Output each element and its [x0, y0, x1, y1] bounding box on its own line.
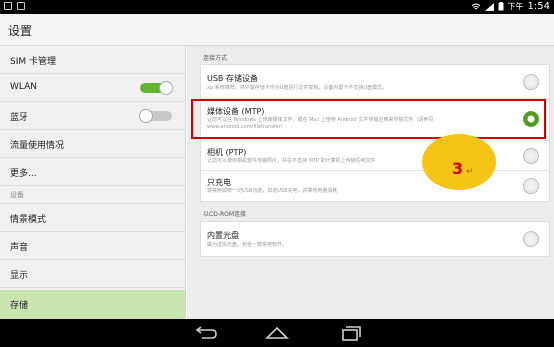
navigation-bar — [0, 319, 554, 347]
bluetooth-toggle[interactable] — [139, 109, 172, 123]
sidebar-item-label: 流量使用情况 — [10, 141, 65, 151]
option-title: 内置光盘 — [207, 231, 239, 240]
sidebar-item-label: 显示 — [10, 271, 29, 281]
sidebar-item-storage[interactable]: 存储 — [0, 290, 186, 319]
option-description: xp 系统推荐，将外置存储卡作为U盘进行文件复制，设备内置卡不支持U盘模式。 — [207, 85, 388, 91]
sidebar-item-data-usage[interactable]: 流量使用情况 — [0, 130, 186, 158]
option-mtp[interactable]: 媒体设备 (MTP) 让您可以在 Windows 上传输媒体文件，或在 Mac … — [201, 99, 549, 141]
sidebar-item-label: 蓝牙 — [10, 113, 29, 123]
option-ptp[interactable]: 相机 (PTP) 让您可以使用相机软件传输照片，并在不支持 MTP 的计算机上传… — [201, 141, 549, 171]
status-right: 下午 1:54 — [471, 1, 550, 12]
sidebar-item-label: SIM 卡管理 — [10, 57, 56, 67]
step-callout: 3 ↵ — [422, 134, 496, 190]
option-description: 做为虚拟光盘，包含一款常用软件。 — [207, 242, 288, 248]
sidebar-item-more[interactable]: 更多... — [0, 158, 186, 186]
home-icon[interactable] — [262, 323, 292, 343]
option-title: 媒体设备 (MTP) — [207, 107, 265, 116]
toggle-knob — [159, 81, 173, 95]
sidebar-item-sim[interactable]: SIM 卡管理 — [0, 46, 186, 74]
sidebar-item-sound[interactable]: 声音 — [0, 232, 186, 260]
usb-connection-panel: 连接方式 USB 存储设备 xp 系统推荐，将外置存储卡作为U盘进行文件复制，设… — [187, 46, 554, 319]
image-icon — [17, 2, 25, 10]
sidebar-item-bluetooth[interactable]: 蓝牙 — [0, 102, 186, 130]
sidebar-item-label: WLAN — [10, 82, 38, 92]
status-bar: 下午 1:54 — [0, 0, 554, 14]
wlan-toggle[interactable] — [140, 81, 173, 95]
section-header: 连接方式 — [203, 55, 228, 62]
connection-options-card: USB 存储设备 xp 系统推荐，将外置存储卡作为U盘进行文件复制，设备内置卡不… — [200, 64, 550, 202]
sidebar-item-label: 情景模式 — [10, 215, 47, 225]
sidebar-section-device: 设备 — [0, 186, 186, 204]
option-title: USB 存储设备 — [207, 74, 258, 83]
sidebar-item-wlan[interactable]: WLAN — [0, 74, 186, 102]
usb-icon — [4, 2, 12, 10]
signal-icon — [484, 2, 494, 11]
radio-usb-storage[interactable] — [523, 74, 539, 90]
sidebar-item-display[interactable]: 显示 — [0, 260, 186, 288]
radio-ptp[interactable] — [523, 148, 539, 164]
option-description: 让您可以在 Windows 上传输媒体文件，或在 Mac 上使用 Android… — [207, 117, 434, 130]
radio-mtp[interactable] — [523, 111, 539, 127]
sidebar-item-profiles[interactable]: 情景模式 — [0, 204, 186, 232]
option-charge-only[interactable]: 只充电 将禁用掉统一切USB功能，如进USB充电，并降低电量消耗 — [201, 171, 549, 202]
toggle-knob — [139, 109, 153, 123]
status-ampm: 下午 — [507, 2, 524, 11]
option-cdrom[interactable]: 内置光盘 做为虚拟光盘，包含一款常用软件。 — [201, 222, 549, 256]
back-icon[interactable] — [190, 323, 220, 343]
recents-icon[interactable] — [336, 323, 366, 343]
status-notifications — [4, 2, 25, 10]
cdrom-card: 内置光盘 做为虚拟光盘，包含一款常用软件。 — [200, 221, 550, 257]
radio-cdrom[interactable] — [523, 231, 539, 247]
sidebar-item-label: 声音 — [10, 243, 29, 253]
wifi-icon — [471, 3, 480, 9]
step-number: 3 — [452, 159, 464, 178]
settings-sidebar: SIM 卡管理 WLAN 蓝牙 流量使用情况 更多... 设备 情景模式 声音 … — [0, 46, 186, 319]
battery-icon — [498, 2, 504, 11]
page-title: 设置 — [8, 24, 33, 38]
section-header: 以CD-ROM连接 — [203, 211, 247, 218]
sidebar-item-label: 更多... — [10, 169, 37, 179]
status-time: 1:54 — [527, 1, 550, 12]
radio-charge-only[interactable] — [523, 178, 539, 194]
title-bar: 设置 — [0, 14, 554, 46]
sidebar-section-label: 设备 — [10, 191, 24, 199]
option-title: 只充电 — [207, 178, 231, 187]
option-title: 相机 (PTP) — [207, 148, 247, 157]
option-usb-storage[interactable]: USB 存储设备 xp 系统推荐，将外置存储卡作为U盘进行文件复制，设备内置卡不… — [201, 65, 549, 99]
return-mark: ↵ — [466, 167, 474, 177]
sidebar-item-label: 存储 — [10, 301, 29, 311]
